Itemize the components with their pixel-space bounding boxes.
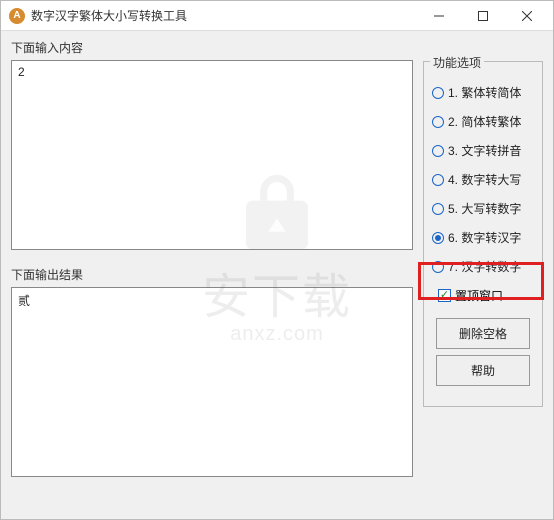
radio-label: 6. 数字转汉字 [448, 229, 521, 246]
content-area: 下面输入内容 下面输出结果 功能选项 1. 繁体转简体 2. 简体转繁体 3. 文字… [1, 31, 553, 519]
minimize-button[interactable] [417, 2, 461, 30]
radio-option-4[interactable]: 4. 数字转大写 [432, 171, 534, 188]
output-label: 下面输出结果 [11, 266, 413, 283]
options-title: 功能选项 [430, 54, 484, 71]
radio-label: 1. 繁体转简体 [448, 84, 521, 101]
app-window: A 数字汉字繁体大小写转换工具 下面输入内容 下面输出结果 功能选项 1 [0, 0, 554, 520]
radio-icon [432, 203, 444, 215]
right-column: 功能选项 1. 繁体转简体 2. 简体转繁体 3. 文字转拼音 4. 数字转大写 5. … [423, 39, 543, 509]
radio-list: 1. 繁体转简体 2. 简体转繁体 3. 文字转拼音 4. 数字转大写 5. 大写转数字… [432, 84, 534, 275]
input-textarea[interactable] [11, 60, 413, 250]
radio-icon [432, 174, 444, 186]
radio-icon [432, 116, 444, 128]
radio-option-5[interactable]: 5. 大写转数字 [432, 200, 534, 217]
radio-option-7[interactable]: 7. 汉字转数字 [432, 258, 534, 275]
radio-label: 2. 简体转繁体 [448, 113, 521, 130]
radio-icon [432, 87, 444, 99]
radio-label: 7. 汉字转数字 [448, 258, 521, 275]
maximize-button[interactable] [461, 2, 505, 30]
input-label: 下面输入内容 [11, 39, 413, 56]
remove-spaces-button[interactable]: 删除空格 [436, 318, 530, 349]
minimize-icon [434, 11, 444, 21]
help-button[interactable]: 帮助 [436, 355, 530, 386]
radio-option-3[interactable]: 3. 文字转拼音 [432, 142, 534, 159]
radio-label: 5. 大写转数字 [448, 200, 521, 217]
output-textarea[interactable] [11, 287, 413, 477]
window-title: 数字汉字繁体大小写转换工具 [31, 7, 417, 24]
maximize-icon [478, 11, 488, 21]
left-column: 下面输入内容 下面输出结果 [11, 39, 413, 509]
radio-label: 4. 数字转大写 [448, 171, 521, 188]
options-groupbox: 功能选项 1. 繁体转简体2. 简体转繁体3. 文字转拼音4. 数字转大写5. … [423, 61, 543, 407]
radio-option-6[interactable]: 6. 数字转汉字 [432, 229, 534, 246]
radio-icon [432, 261, 444, 273]
radio-icon [432, 232, 444, 244]
close-button[interactable] [505, 2, 549, 30]
titlebar: A 数字汉字繁体大小写转换工具 [1, 1, 553, 31]
window-controls [417, 2, 549, 30]
radio-option-2[interactable]: 2. 简体转繁体 [432, 113, 534, 130]
topmost-label: 置顶窗口 [455, 287, 503, 304]
check-icon: ✓ [438, 289, 451, 302]
radio-icon [432, 145, 444, 157]
topmost-checkbox[interactable]: ✓ 置顶窗口 [438, 287, 534, 304]
app-icon: A [9, 8, 25, 24]
radio-option-1[interactable]: 1. 繁体转简体 [432, 84, 534, 101]
radio-label: 3. 文字转拼音 [448, 142, 521, 159]
close-icon [522, 11, 532, 21]
